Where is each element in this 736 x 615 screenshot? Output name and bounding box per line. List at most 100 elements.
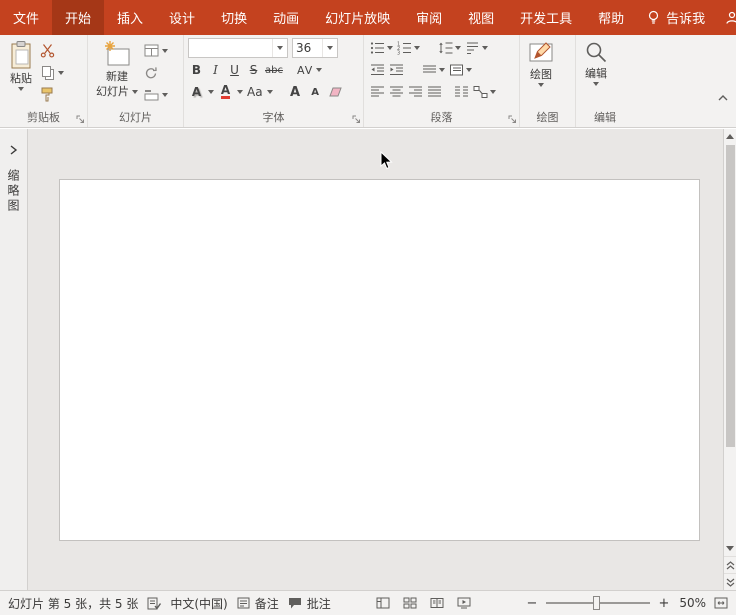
bullets-button[interactable]: [368, 38, 395, 58]
tab-help[interactable]: 帮助: [585, 0, 637, 35]
font-style-row: B I U S abc AV: [188, 59, 359, 81]
decrease-indent-button[interactable]: [368, 60, 387, 80]
numbering-button[interactable]: 123: [395, 38, 422, 58]
slide-sorter-view-button[interactable]: [403, 597, 417, 609]
status-bar: 幻灯片 第 5 张，共 5 张 中文(中国) 备注 批注: [0, 590, 736, 615]
character-spacing-button[interactable]: AV: [296, 61, 314, 80]
eraser-icon: [329, 87, 342, 98]
spell-check-button[interactable]: [147, 597, 161, 610]
zoom-in-button[interactable]: +: [657, 596, 671, 611]
font-size-combo[interactable]: [292, 38, 338, 58]
notes-button[interactable]: 备注: [237, 595, 279, 612]
scrollbar-thumb[interactable]: [726, 145, 735, 447]
language-indicator[interactable]: 中文(中国): [170, 595, 227, 612]
font-name-dropdown[interactable]: [272, 39, 287, 57]
layout-button[interactable]: [142, 41, 170, 60]
font-name-input[interactable]: [189, 41, 272, 55]
next-slide-button[interactable]: [724, 573, 736, 590]
align-text-button[interactable]: [420, 60, 447, 80]
slide-number-indicator[interactable]: 幻灯片 第 5 张，共 5 张: [8, 595, 138, 612]
share-button[interactable]: 共享: [715, 0, 736, 35]
reset-button[interactable]: [142, 63, 170, 82]
section-button[interactable]: [142, 85, 170, 104]
font-size-input[interactable]: [293, 41, 322, 55]
scroll-up-button[interactable]: [724, 129, 736, 144]
paragraph-dialog-launcher[interactable]: [508, 115, 517, 124]
slideshow-view-button[interactable]: [457, 597, 471, 609]
justify-button[interactable]: [425, 82, 444, 102]
tell-me-button[interactable]: 告诉我: [637, 0, 715, 35]
font-dialog-launcher[interactable]: [352, 115, 361, 124]
grow-font-button[interactable]: A: [287, 83, 304, 102]
zoom-out-button[interactable]: −: [525, 596, 539, 611]
strikethrough-button[interactable]: S: [245, 61, 262, 80]
font-group-label: 字体: [184, 109, 363, 125]
drawing-button[interactable]: 绘图: [524, 37, 558, 112]
line-spacing-button[interactable]: [436, 38, 463, 58]
align-right-button[interactable]: [406, 82, 425, 102]
collapse-ribbon-button[interactable]: [718, 95, 728, 101]
tab-home[interactable]: 开始: [52, 0, 104, 35]
tab-developer[interactable]: 开发工具: [507, 0, 585, 35]
zoom-controls: − + 50%: [525, 596, 706, 611]
increase-indent-button[interactable]: [387, 60, 406, 80]
bold-button[interactable]: B: [188, 61, 205, 80]
new-slide-label-2: 幻灯片: [96, 85, 129, 98]
slide-canvas[interactable]: [28, 129, 723, 590]
zoom-slider[interactable]: [546, 602, 650, 604]
line-spacing-icon: [438, 41, 453, 55]
font-color-button[interactable]: A: [221, 85, 230, 99]
tab-insert[interactable]: 插入: [104, 0, 156, 35]
zoom-slider-thumb[interactable]: [593, 596, 600, 610]
cut-button[interactable]: [38, 41, 66, 60]
paste-button[interactable]: 粘贴: [4, 37, 38, 112]
text-shadow-abc-button[interactable]: abc: [264, 61, 284, 80]
underline-button[interactable]: U: [226, 61, 243, 80]
tab-design[interactable]: 设计: [156, 0, 208, 35]
reading-view-button[interactable]: [430, 597, 444, 609]
text-direction-dropdown-icon: [482, 46, 488, 50]
align-left-button[interactable]: [368, 82, 387, 102]
copy-button[interactable]: [38, 63, 66, 82]
format-painter-button[interactable]: [38, 85, 66, 104]
shrink-font-button[interactable]: A: [307, 83, 324, 102]
change-case-button[interactable]: Aa: [246, 83, 264, 102]
fit-to-window-icon: [714, 597, 728, 609]
align-center-button[interactable]: [387, 82, 406, 102]
text-shadow-button[interactable]: A: [188, 83, 205, 102]
editing-button[interactable]: 编辑: [580, 37, 612, 112]
align-left-icon: [370, 85, 385, 99]
normal-view-button[interactable]: [376, 597, 390, 609]
editing-dropdown-icon: [593, 82, 599, 86]
paragraph-spacing-button[interactable]: [447, 60, 474, 80]
tab-slideshow[interactable]: 幻灯片放映: [312, 0, 403, 35]
text-direction-button[interactable]: [463, 38, 490, 58]
comments-button[interactable]: 批注: [288, 595, 331, 612]
editing-group-label: 编辑: [576, 109, 634, 125]
tab-review[interactable]: 审阅: [403, 0, 455, 35]
fit-to-window-button[interactable]: [714, 597, 728, 609]
paragraph-group-label: 段落: [364, 109, 519, 125]
italic-button[interactable]: I: [207, 61, 224, 80]
slide[interactable]: [59, 179, 700, 541]
tab-animations[interactable]: 动画: [260, 0, 312, 35]
columns-button[interactable]: [452, 82, 471, 102]
expand-thumbnails-icon[interactable]: [9, 145, 18, 155]
align-center-icon: [389, 85, 404, 99]
svg-text:3: 3: [397, 51, 400, 56]
thumbnails-rail[interactable]: 缩略图: [0, 129, 28, 590]
clear-formatting-button[interactable]: [327, 83, 344, 102]
previous-slide-button[interactable]: [724, 556, 736, 573]
tab-file[interactable]: 文件: [0, 0, 52, 35]
scroll-down-button[interactable]: [724, 541, 736, 556]
clipboard-dialog-launcher[interactable]: [76, 115, 85, 124]
vertical-scrollbar[interactable]: [723, 129, 736, 590]
font-size-dropdown[interactable]: [322, 39, 337, 57]
zoom-level-indicator[interactable]: 50%: [678, 596, 706, 610]
magnifier-icon: [584, 40, 608, 65]
tab-transitions[interactable]: 切换: [208, 0, 260, 35]
convert-smartart-button[interactable]: [471, 82, 498, 102]
font-name-combo[interactable]: [188, 38, 288, 58]
tab-view[interactable]: 视图: [455, 0, 507, 35]
new-slide-button[interactable]: 新建 幻灯片: [92, 37, 142, 112]
